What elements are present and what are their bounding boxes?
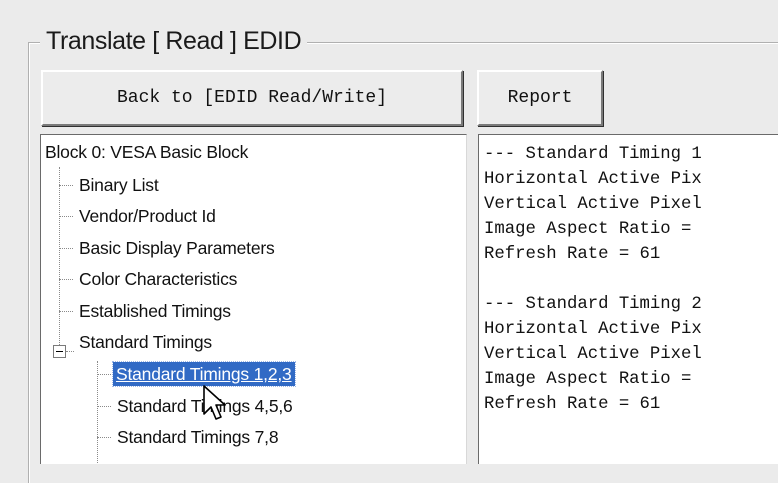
tree-connector — [59, 311, 73, 312]
edid-block-tree[interactable]: Block 0: VESA Basic Block Binary List Ve… — [40, 134, 467, 464]
back-to-edid-read-write-button[interactable]: Back to [EDID Read/Write] — [41, 70, 463, 126]
report-line: Horizontal Active Pix — [484, 320, 702, 339]
tree-connector — [66, 351, 74, 352]
mouse-pointer-icon — [203, 385, 226, 420]
tree-item-standard-timings[interactable]: Standard Timings — [79, 331, 212, 353]
group-title: Translate [ Read ] EDID — [40, 26, 308, 56]
report-line: Vertical Active Pixel — [484, 195, 702, 214]
tree-connector — [59, 279, 73, 280]
tree-connector — [97, 406, 111, 407]
report-text-area[interactable]: --- Standard Timing 1 Horizontal Active … — [478, 134, 778, 464]
tree-item-root[interactable]: Block 0: VESA Basic Block — [45, 141, 248, 163]
tree-connector — [59, 216, 73, 217]
tree-item-standard-timings-1-2-3[interactable]: Standard Timings 1,2,3 — [112, 361, 296, 387]
tree-connector — [59, 167, 60, 345]
report-line: Horizontal Active Pix — [484, 170, 702, 189]
report-button[interactable]: Report — [477, 70, 603, 126]
report-line: Refresh Rate = 61 — [484, 245, 661, 264]
tree-item-color-characteristics[interactable]: Color Characteristics — [79, 268, 237, 290]
report-line: Vertical Active Pixel — [484, 345, 702, 364]
tree-item-standard-timings-7-8[interactable]: Standard Timings 7,8 — [117, 426, 279, 448]
tree-connector — [97, 437, 111, 438]
tree-connector — [97, 374, 111, 375]
tree-connector — [59, 185, 73, 186]
tree-item-vendor-product-id[interactable]: Vendor/Product Id — [79, 205, 216, 227]
collapse-toggle-icon[interactable] — [53, 345, 66, 358]
tree-connector — [97, 361, 98, 464]
report-line: Image Aspect Ratio = — [484, 370, 702, 389]
tree-item-binary-list[interactable]: Binary List — [79, 174, 159, 196]
tree-connector — [59, 248, 73, 249]
tree-item-basic-display-parameters[interactable]: Basic Display Parameters — [79, 237, 275, 259]
report-line: Image Aspect Ratio = — [484, 220, 702, 239]
tree-item-established-timings[interactable]: Established Timings — [79, 300, 231, 322]
report-line: --- Standard Timing 2 — [484, 295, 702, 314]
report-line: --- Standard Timing 1 — [484, 145, 702, 164]
report-line: Refresh Rate = 61 — [484, 395, 661, 414]
